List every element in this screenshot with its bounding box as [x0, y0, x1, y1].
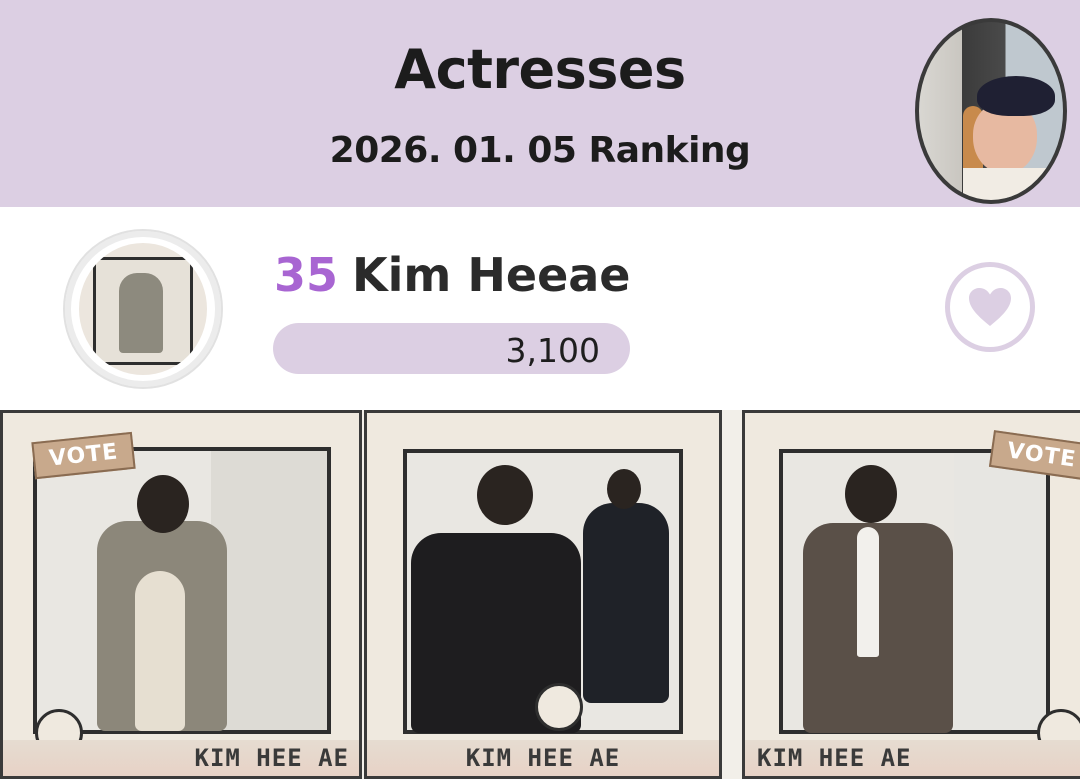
photo-gallery: VOTE KIM HEE AE KIM HEE AE VOTE KIM HEE …	[0, 410, 1080, 779]
rank-number: 35	[274, 248, 339, 302]
photo-head	[477, 465, 533, 525]
avatar-hat	[977, 76, 1055, 116]
vote-heart-button[interactable]	[945, 262, 1035, 352]
actress-avatar[interactable]	[63, 229, 223, 389]
profile-avatar[interactable]	[915, 18, 1067, 204]
photo-head	[845, 465, 897, 523]
photo-paper	[779, 449, 1050, 734]
photo-blouse	[857, 527, 879, 657]
gallery-photo-1[interactable]: VOTE KIM HEE AE	[0, 410, 362, 779]
avatar-shirt	[963, 168, 1063, 200]
heart-icon	[969, 288, 1011, 326]
rank-line: 35 Kim Heeae	[274, 248, 631, 308]
avatar-figure	[119, 273, 163, 353]
photo-caption: KIM HEE AE	[757, 744, 912, 772]
gallery-photo-2[interactable]: KIM HEE AE	[364, 410, 722, 779]
photo-wall	[211, 451, 327, 730]
vote-count-bar: 3,100	[273, 323, 630, 374]
actress-name: Kim Heeae	[352, 248, 631, 302]
photo-head	[137, 475, 189, 533]
vote-count: 3,100	[505, 331, 600, 370]
photo-person-standing	[583, 503, 669, 703]
gallery-photo-3[interactable]: VOTE KIM HEE AE	[742, 410, 1080, 779]
photo-paper	[33, 447, 331, 734]
photo-caption: KIM HEE AE	[194, 744, 349, 772]
photo-head-2	[607, 469, 641, 509]
photo-caption: KIM HEE AE	[465, 744, 621, 772]
header: Actresses 2026. 01. 05 Ranking	[0, 0, 1080, 207]
actress-avatar-image	[79, 243, 207, 375]
photo-wall	[953, 453, 1046, 730]
photo-dress	[135, 571, 185, 731]
photo-stamp	[535, 683, 583, 731]
